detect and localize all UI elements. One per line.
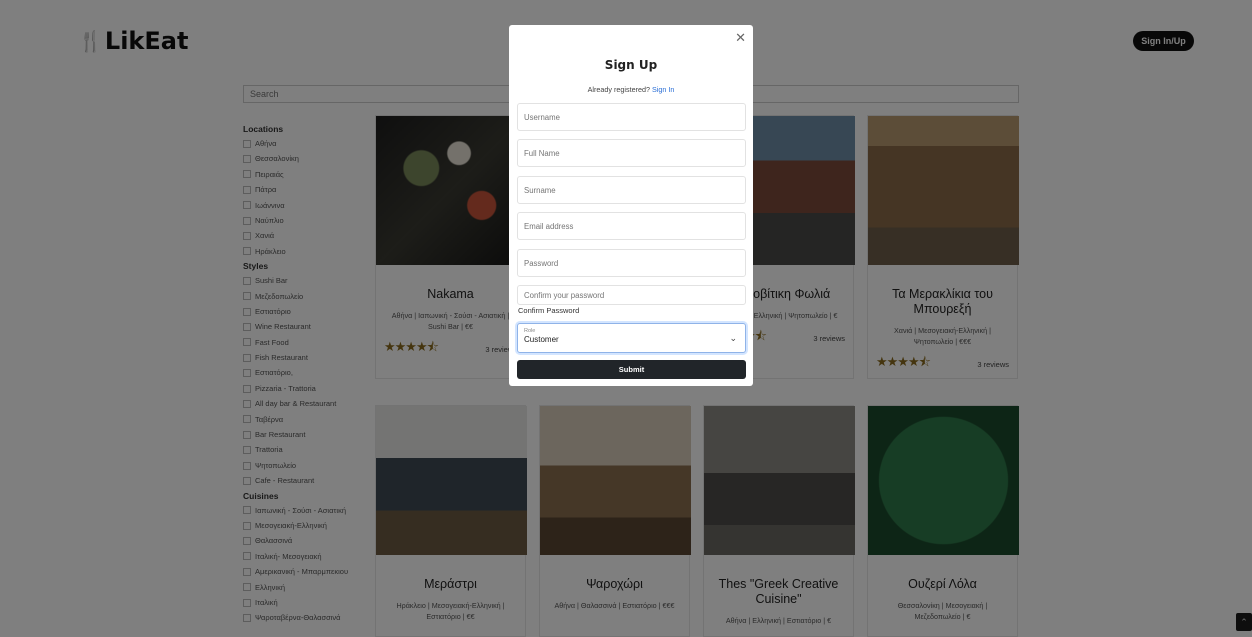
confirm-password-field[interactable] (517, 285, 746, 305)
email-field[interactable] (517, 212, 746, 240)
close-icon[interactable]: ✕ (735, 30, 746, 46)
signup-modal: ✕ Sign Up Already registered? Sign In Co… (509, 25, 753, 386)
password-field[interactable] (517, 249, 746, 277)
modal-title: Sign Up (604, 58, 658, 72)
role-select[interactable]: Role Customer ⌄ (517, 323, 746, 353)
chevron-down-icon: ⌄ (729, 333, 737, 343)
role-label: Role (524, 328, 536, 334)
surname-field[interactable] (517, 176, 746, 204)
confirm-password-label: Confirm Password (518, 306, 580, 315)
already-text: Already registered? (587, 85, 650, 94)
submit-button[interactable]: Submit (517, 360, 746, 379)
already-registered-text: Already registered? Sign In (509, 85, 753, 94)
username-field[interactable] (517, 103, 746, 131)
fullname-field[interactable] (517, 139, 746, 167)
sign-in-link[interactable]: Sign In (652, 85, 674, 94)
role-value: Customer (524, 335, 559, 344)
